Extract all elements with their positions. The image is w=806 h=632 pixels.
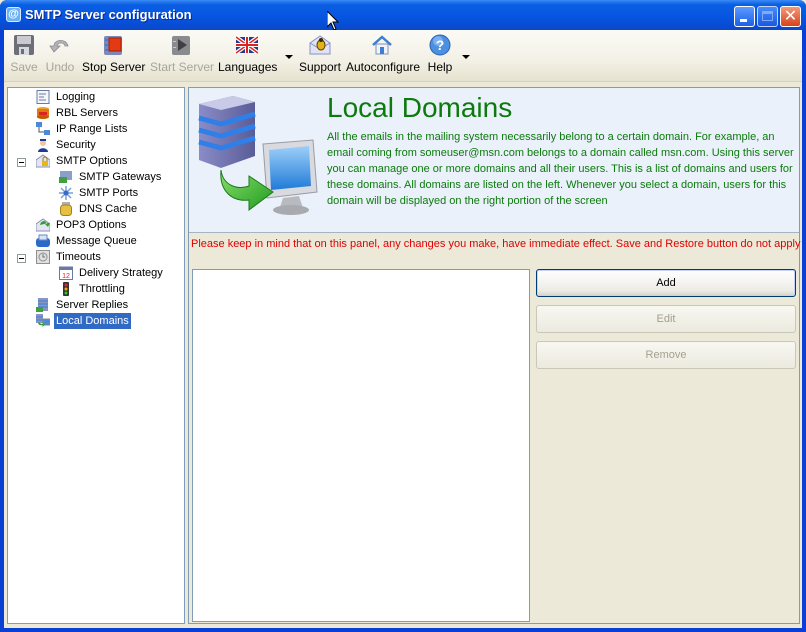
- uk-flag-icon: [236, 35, 258, 55]
- local-domains-hero-icon: [198, 96, 318, 215]
- stop-server-label: Stop Server: [82, 60, 146, 74]
- help-label: Help: [427, 60, 453, 74]
- minimize-icon: [740, 19, 747, 22]
- undo-arrow-icon: [49, 39, 69, 53]
- help-button[interactable]: ? Help: [424, 34, 456, 78]
- log-document-icon: [36, 90, 50, 104]
- add-domain-button[interactable]: Add: [536, 269, 796, 297]
- start-server-label: Start Server: [150, 60, 215, 74]
- local-domains-panel: Local Domains All the emails in the mail…: [188, 87, 800, 624]
- navigation-tree: Logging RBL Servers IP Range Lists Secur…: [7, 87, 185, 624]
- support-envelope-bug-icon: [309, 35, 331, 55]
- maximize-button[interactable]: [757, 6, 778, 27]
- client-area: Save Undo Stop Server Start Server Langu…: [4, 30, 802, 628]
- close-icon: ✕: [783, 8, 798, 25]
- page-description: All the emails in the mailing system nec…: [327, 131, 794, 207]
- languages-button[interactable]: Languages: [218, 34, 278, 78]
- app-at-icon: @: [6, 7, 21, 22]
- pop3-envelope-icon: [36, 218, 50, 232]
- traffic-light-icon: [63, 282, 69, 296]
- minimize-button[interactable]: [734, 6, 755, 27]
- gateway-icon: [59, 171, 72, 183]
- app-window: @ SMTP Server configuration ✕ Save Undo …: [0, 0, 806, 632]
- save-button[interactable]: Save: [8, 34, 40, 78]
- window-title: SMTP Server configuration: [25, 7, 192, 22]
- rbl-database-icon: [37, 107, 49, 119]
- toolbar: Save Undo Stop Server Start Server Langu…: [4, 30, 802, 82]
- svg-text:12: 12: [62, 273, 70, 280]
- timeouts-icon: [36, 250, 50, 264]
- undo-label: Undo: [45, 60, 75, 74]
- stop-server-button[interactable]: Stop Server: [82, 34, 146, 78]
- network-computers-icon: [36, 122, 50, 135]
- page-title: Local Domains: [327, 92, 513, 123]
- mouse-cursor-icon: [327, 11, 339, 31]
- start-server-button[interactable]: Start Server: [150, 34, 215, 78]
- help-dropdown-arrow-icon[interactable]: [462, 55, 470, 59]
- smtp-options-collapse-toggle[interactable]: [17, 158, 26, 167]
- help-question-icon: ?: [429, 34, 451, 56]
- undo-button[interactable]: Undo: [44, 34, 76, 78]
- save-label: Save: [10, 60, 38, 74]
- ports-icon: [59, 186, 73, 200]
- languages-label: Languages: [218, 60, 278, 74]
- start-server-icon: [172, 36, 190, 55]
- close-button[interactable]: ✕: [780, 6, 801, 27]
- languages-dropdown-arrow-icon[interactable]: [285, 55, 293, 59]
- security-officer-icon: [38, 139, 48, 152]
- autoconfigure-label: Autoconfigure: [346, 60, 421, 74]
- support-button[interactable]: Support: [298, 34, 342, 78]
- header-panel: Local Domains All the emails in the mail…: [189, 88, 799, 233]
- autoconfigure-button[interactable]: Autoconfigure: [346, 34, 421, 78]
- edit-domain-button[interactable]: Edit: [536, 305, 796, 333]
- dns-cache-jar-icon: [60, 202, 72, 216]
- calendar-icon: 12: [59, 266, 73, 280]
- stop-server-icon: [104, 36, 122, 55]
- domains-list[interactable]: [192, 269, 530, 622]
- message-queue-icon: [36, 234, 50, 247]
- local-domains-icon: [36, 314, 50, 327]
- floppy-disk-icon: [14, 35, 34, 55]
- timeouts-collapse-toggle[interactable]: [17, 254, 26, 263]
- house-icon: [372, 35, 392, 55]
- immediate-effect-warning: Please keep in mind that on this panel, …: [191, 238, 801, 250]
- remove-domain-button[interactable]: Remove: [536, 341, 796, 369]
- maximize-icon: [762, 11, 773, 21]
- support-label: Support: [298, 60, 342, 74]
- svg-text:?: ?: [436, 37, 445, 53]
- title-bar[interactable]: @ SMTP Server configuration ✕: [0, 0, 806, 30]
- envelope-lock-icon: [36, 154, 50, 168]
- server-replies-icon: [36, 298, 48, 312]
